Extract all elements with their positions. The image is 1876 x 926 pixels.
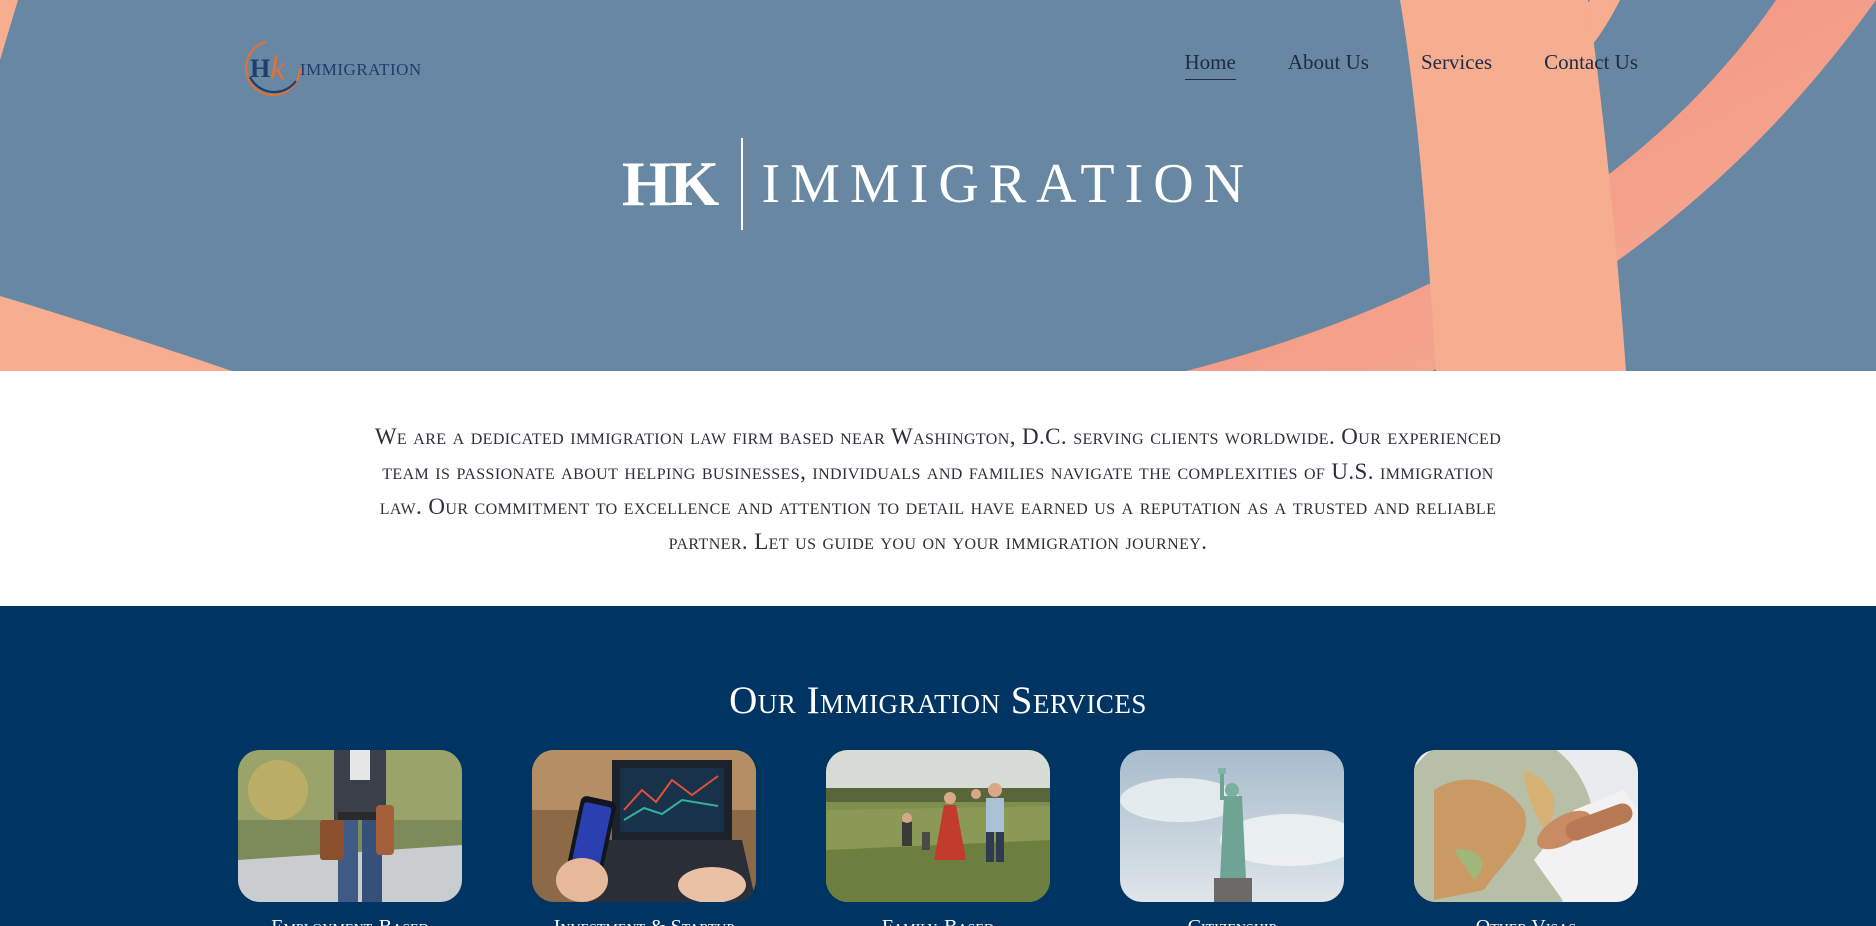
main-nav: Home About Us Services Contact Us [1184,50,1638,80]
globe-image [1414,750,1638,902]
nav-contact-us[interactable]: Contact Us [1544,50,1638,80]
service-card-other-visas[interactable]: Other Visas [1414,750,1638,926]
phone-laptop-image [532,750,756,902]
service-card-citizenship[interactable]: Citizenship [1120,750,1344,926]
services-section: Our Immigration Services Employment-Base… [0,606,1876,926]
statue-of-liberty-image [1120,750,1344,902]
brand-divider [741,138,744,230]
service-card-label: Family-Based [826,916,1050,926]
nav-services[interactable]: Services [1421,50,1492,80]
service-card-family[interactable]: Family-Based [826,750,1050,926]
nav-home[interactable]: Home [1184,50,1236,80]
site-header: H k IMMIGRATION Home About Us Services C… [0,0,1876,140]
brand-word: IMMIGRATION [761,153,1255,215]
logo-mark: H k [242,37,304,99]
logo-text: IMMIGRATION [300,60,422,79]
svg-text:H: H [250,54,270,83]
service-card-label: Other Visas [1414,916,1638,926]
hero-brand: HK IMMIGRATION [0,138,1876,230]
service-card-label: Citizenship [1120,916,1344,926]
businessman-image [238,750,462,902]
service-card-label: Investment & Startup [532,916,756,926]
svg-text:k: k [270,50,286,87]
brand-hk: HK [621,148,720,219]
family-field-image [826,750,1050,902]
services-title: Our Immigration Services [729,679,1147,722]
intro-text: We are a dedicated immigration law firm … [374,423,1502,554]
intro-section: We are a dedicated immigration law firm … [0,371,1876,606]
logo[interactable]: H k IMMIGRATION [242,36,442,100]
service-cards: Employment-Based Investment & Startup [238,750,1638,926]
service-card-investment[interactable]: Investment & Startup [532,750,756,926]
service-card-employment[interactable]: Employment-Based [238,750,462,926]
hero-section: H k IMMIGRATION Home About Us Services C… [0,0,1876,371]
service-card-label: Employment-Based [238,916,462,926]
nav-about-us[interactable]: About Us [1288,50,1369,80]
